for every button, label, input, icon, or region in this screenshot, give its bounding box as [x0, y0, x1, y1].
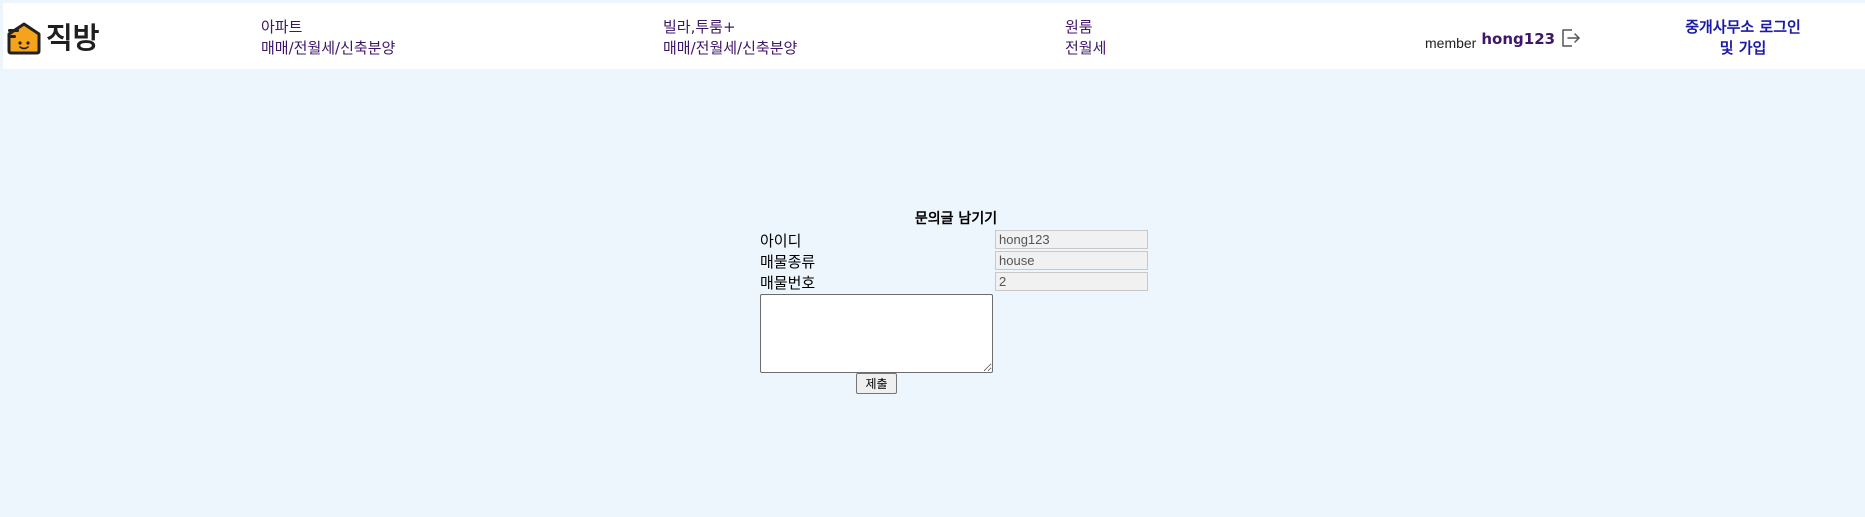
nav-oneroom[interactable]: 원룸 전월세: [1065, 17, 1106, 59]
logo-text: 직방: [46, 20, 100, 55]
submit-button[interactable]: 제출: [856, 373, 897, 394]
logo[interactable]: 직방: [6, 21, 99, 55]
property-number-field[interactable]: 2: [995, 272, 1148, 291]
logout-icon[interactable]: [1560, 27, 1582, 49]
form-title: 문의글 남기기: [914, 211, 998, 227]
broker-login-line2: 및 가입: [1719, 39, 1767, 57]
id-label: 아이디: [760, 232, 802, 250]
field-row-number: 매물번호 2: [760, 272, 1152, 293]
field-row-type: 매물종류 house: [760, 251, 1152, 272]
nav-apartment-title: 아파트: [261, 18, 303, 36]
id-field[interactable]: hong123: [995, 230, 1148, 249]
field-row-id: 아이디 hong123: [760, 230, 1152, 251]
member-label: member: [1425, 35, 1477, 51]
nav-villa-subtitle: 매매/전월세/신축분양: [663, 39, 798, 57]
broker-login-line1: 중개사무소 로그인: [1685, 18, 1801, 36]
message-textarea[interactable]: [760, 294, 993, 373]
broker-login-link[interactable]: 중개사무소 로그인 및 가입: [1673, 17, 1813, 59]
property-number-label: 매물번호: [760, 274, 816, 292]
header: 직방 아파트 매매/전월세/신축분양 빌라,투룸+ 매매/전월세/신축분양 원룸…: [3, 3, 1865, 69]
nav-villa[interactable]: 빌라,투룸+ 매매/전월세/신축분양: [663, 17, 797, 59]
property-type-label: 매물종류: [760, 253, 816, 271]
nav-villa-title: 빌라,투룸+: [663, 18, 736, 36]
nav-apartment-subtitle: 매매/전월세/신축분양: [261, 39, 396, 57]
nav-oneroom-title: 원룸: [1065, 18, 1093, 36]
property-type-field[interactable]: house: [995, 251, 1148, 270]
member-id: hong123: [1481, 30, 1556, 48]
nav-apartment[interactable]: 아파트 매매/전월세/신축분양: [261, 17, 395, 59]
house-logo-icon: [7, 22, 41, 55]
nav-oneroom-subtitle: 전월세: [1065, 39, 1107, 57]
page: 직방 아파트 매매/전월세/신축분양 빌라,투룸+ 매매/전월세/신축분양 원룸…: [0, 0, 1865, 517]
member-info: member hong123: [1425, 27, 1582, 51]
